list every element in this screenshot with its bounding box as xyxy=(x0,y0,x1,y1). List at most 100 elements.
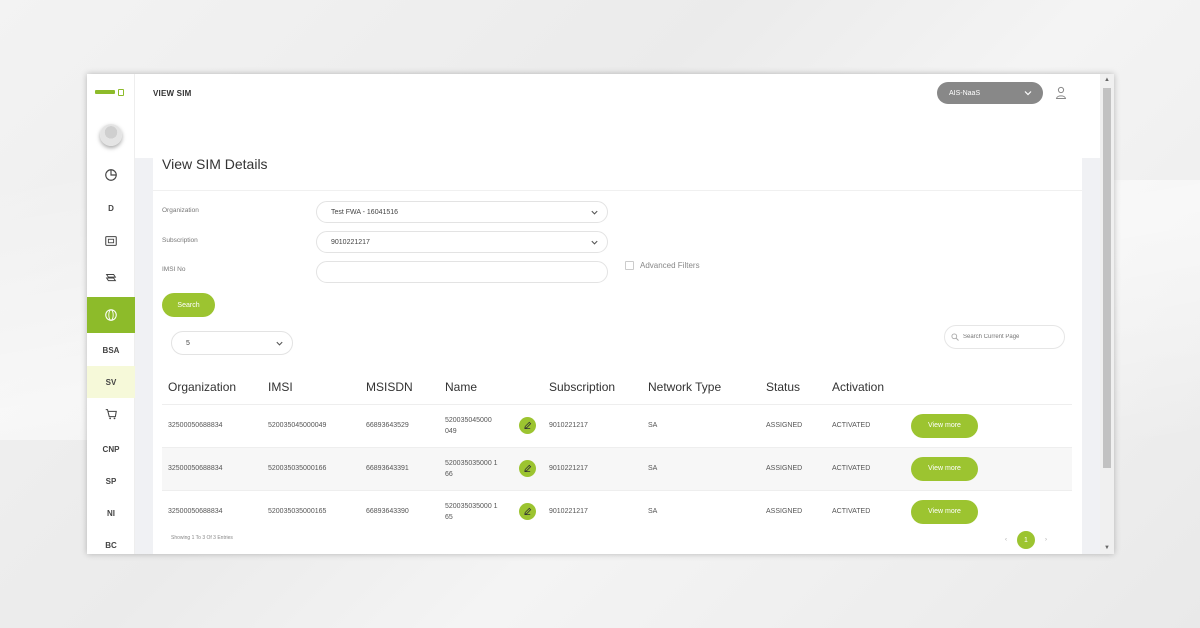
sidebar-item-sp[interactable]: SP xyxy=(87,465,135,497)
pencil-icon xyxy=(524,508,532,516)
table-row: 32500050688834 520035035000166 668936433… xyxy=(162,447,1072,490)
page-1-button[interactable]: 1 xyxy=(1017,531,1035,549)
sidebar-item-dashboard[interactable] xyxy=(87,159,135,191)
column-header-msisdn[interactable]: MSISDN xyxy=(360,371,439,404)
column-header-network-type[interactable]: Network Type xyxy=(642,371,760,404)
cell-activation: ACTIVATED xyxy=(832,508,871,516)
next-page-button[interactable]: › xyxy=(1045,537,1047,543)
pie-chart-icon xyxy=(105,169,117,181)
cell-name: 520035035000 1 65 xyxy=(439,490,543,533)
view-more-button[interactable]: View more xyxy=(911,456,978,481)
column-header-status[interactable]: Status xyxy=(760,371,826,404)
column-header-name[interactable]: Name xyxy=(439,371,543,404)
scrollbar[interactable]: ▲ ▼ xyxy=(1100,74,1114,554)
name-line-2: 049 xyxy=(445,427,457,435)
cell-msisdn: 66893643391 xyxy=(366,465,409,472)
cell-organization: 32500050688834 xyxy=(168,422,223,429)
table-header-row: Organization IMSI MSISDN Name Subscripti… xyxy=(162,371,1072,404)
cell-organization: 32500050688834 xyxy=(168,465,223,472)
cell-imsi: 520035035000165 xyxy=(268,508,327,516)
cart-icon xyxy=(105,409,117,420)
sidebar-item-sv[interactable]: SV xyxy=(87,366,135,398)
sidebar-item-label: BSA xyxy=(102,345,120,355)
cell-status: ASSIGNED xyxy=(766,422,803,429)
scroll-down-icon[interactable]: ▼ xyxy=(1103,545,1111,551)
name-line-2: 65 xyxy=(445,513,453,521)
page-title: VIEW SIM xyxy=(153,89,192,98)
org-selector[interactable]: AIS-NaaS xyxy=(937,82,1043,104)
rows-per-page-select[interactable]: 5 xyxy=(171,331,293,355)
sidebar: D BSA SV CNP SP NI BC xyxy=(87,74,135,554)
pagination: ‹ 1 › xyxy=(1005,531,1047,549)
cell-network-type: SA xyxy=(648,465,658,472)
rows-per-page-value: 5 xyxy=(186,339,190,347)
sidebar-item-bsa[interactable]: BSA xyxy=(87,334,135,366)
sidebar-item-label: SP xyxy=(105,476,117,486)
app-window: D BSA SV CNP SP NI BC VIEW SIM AIS-NaaS … xyxy=(87,74,1114,554)
cell-status: ASSIGNED xyxy=(766,508,803,516)
column-header-subscription[interactable]: Subscription xyxy=(543,371,642,404)
cell-imsi: 520035045000049 xyxy=(268,422,327,429)
search-button[interactable]: Search xyxy=(162,293,215,317)
advanced-filters-label: Advanced Filters xyxy=(640,261,700,270)
document-stack-icon xyxy=(105,274,117,282)
subscription-label: Subscription xyxy=(162,237,198,244)
table-row: 32500050688834 520035045000 049 668936435… xyxy=(162,404,1072,447)
sidebar-item-sim[interactable] xyxy=(87,225,135,257)
sidebar-item-cart[interactable] xyxy=(87,398,135,430)
prev-page-button[interactable]: ‹ xyxy=(1005,537,1007,543)
name-line-2: 66 xyxy=(445,470,453,478)
scroll-up-icon[interactable]: ▲ xyxy=(1103,77,1111,83)
edit-name-button[interactable] xyxy=(519,503,536,521)
column-header-organization[interactable]: Organization xyxy=(162,371,262,404)
name-line-1: 520035035000 1 xyxy=(445,459,498,467)
page-search-input[interactable] xyxy=(963,334,1058,340)
imsi-input[interactable] xyxy=(316,261,608,283)
name-line-1: 520035045000 xyxy=(445,416,492,424)
divider xyxy=(153,190,1082,191)
sidebar-item-documents[interactable] xyxy=(87,262,135,294)
view-more-button[interactable]: View more xyxy=(911,413,978,438)
chevron-down-icon xyxy=(1024,91,1032,96)
sim-card-icon xyxy=(105,236,117,246)
top-bar: VIEW SIM AIS-NaaS xyxy=(135,74,1100,114)
advanced-filters[interactable]: Advanced Filters xyxy=(625,261,700,270)
organization-select[interactable]: Test FWA - 16041516 xyxy=(316,201,608,223)
cell-imsi: 520035035000166 xyxy=(268,465,327,472)
card-title: View SIM Details xyxy=(162,156,268,172)
cell-action: View more xyxy=(905,447,1072,490)
edit-name-button[interactable] xyxy=(519,417,536,434)
pencil-icon xyxy=(524,464,532,473)
edit-name-button[interactable] xyxy=(519,460,536,477)
chevron-down-icon xyxy=(591,240,598,245)
showing-entries-text: Showing 1 To 3 Of 3 Entries xyxy=(171,535,233,541)
search-icon xyxy=(951,333,959,341)
pencil-icon xyxy=(524,421,532,430)
sidebar-item-globe[interactable] xyxy=(87,297,135,333)
sidebar-item-cnp[interactable]: CNP xyxy=(87,433,135,465)
cell-organization: 32500050688834 xyxy=(168,508,223,516)
cell-activation: ACTIVATED xyxy=(832,422,871,429)
sidebar-item-label: NI xyxy=(107,508,115,518)
cell-msisdn: 66893643390 xyxy=(366,508,409,516)
cell-msisdn: 66893643529 xyxy=(366,422,409,429)
cell-action: View more xyxy=(905,490,1072,533)
advanced-filters-checkbox[interactable] xyxy=(625,261,634,270)
sidebar-item-label: D xyxy=(108,203,114,213)
avatar[interactable] xyxy=(100,124,122,146)
cell-network-type: SA xyxy=(648,508,658,516)
page-search[interactable] xyxy=(944,325,1065,349)
subscription-select[interactable]: 9010221217 xyxy=(316,231,608,253)
column-header-activation[interactable]: Activation xyxy=(826,371,905,404)
sidebar-item-ni[interactable]: NI xyxy=(87,497,135,529)
column-header-imsi[interactable]: IMSI xyxy=(262,371,360,404)
cell-activation: ACTIVATED xyxy=(832,465,871,472)
cell-name: 520035035000 1 66 xyxy=(439,447,543,490)
scroll-thumb[interactable] xyxy=(1103,88,1111,468)
sidebar-item-bc[interactable]: BC xyxy=(87,529,135,554)
user-icon[interactable] xyxy=(1055,86,1067,100)
cell-subscription: 9010221217 xyxy=(549,508,588,516)
sidebar-item-d[interactable]: D xyxy=(87,192,135,224)
cell-action: View more xyxy=(905,404,1072,447)
view-more-button[interactable]: View more xyxy=(911,499,978,524)
